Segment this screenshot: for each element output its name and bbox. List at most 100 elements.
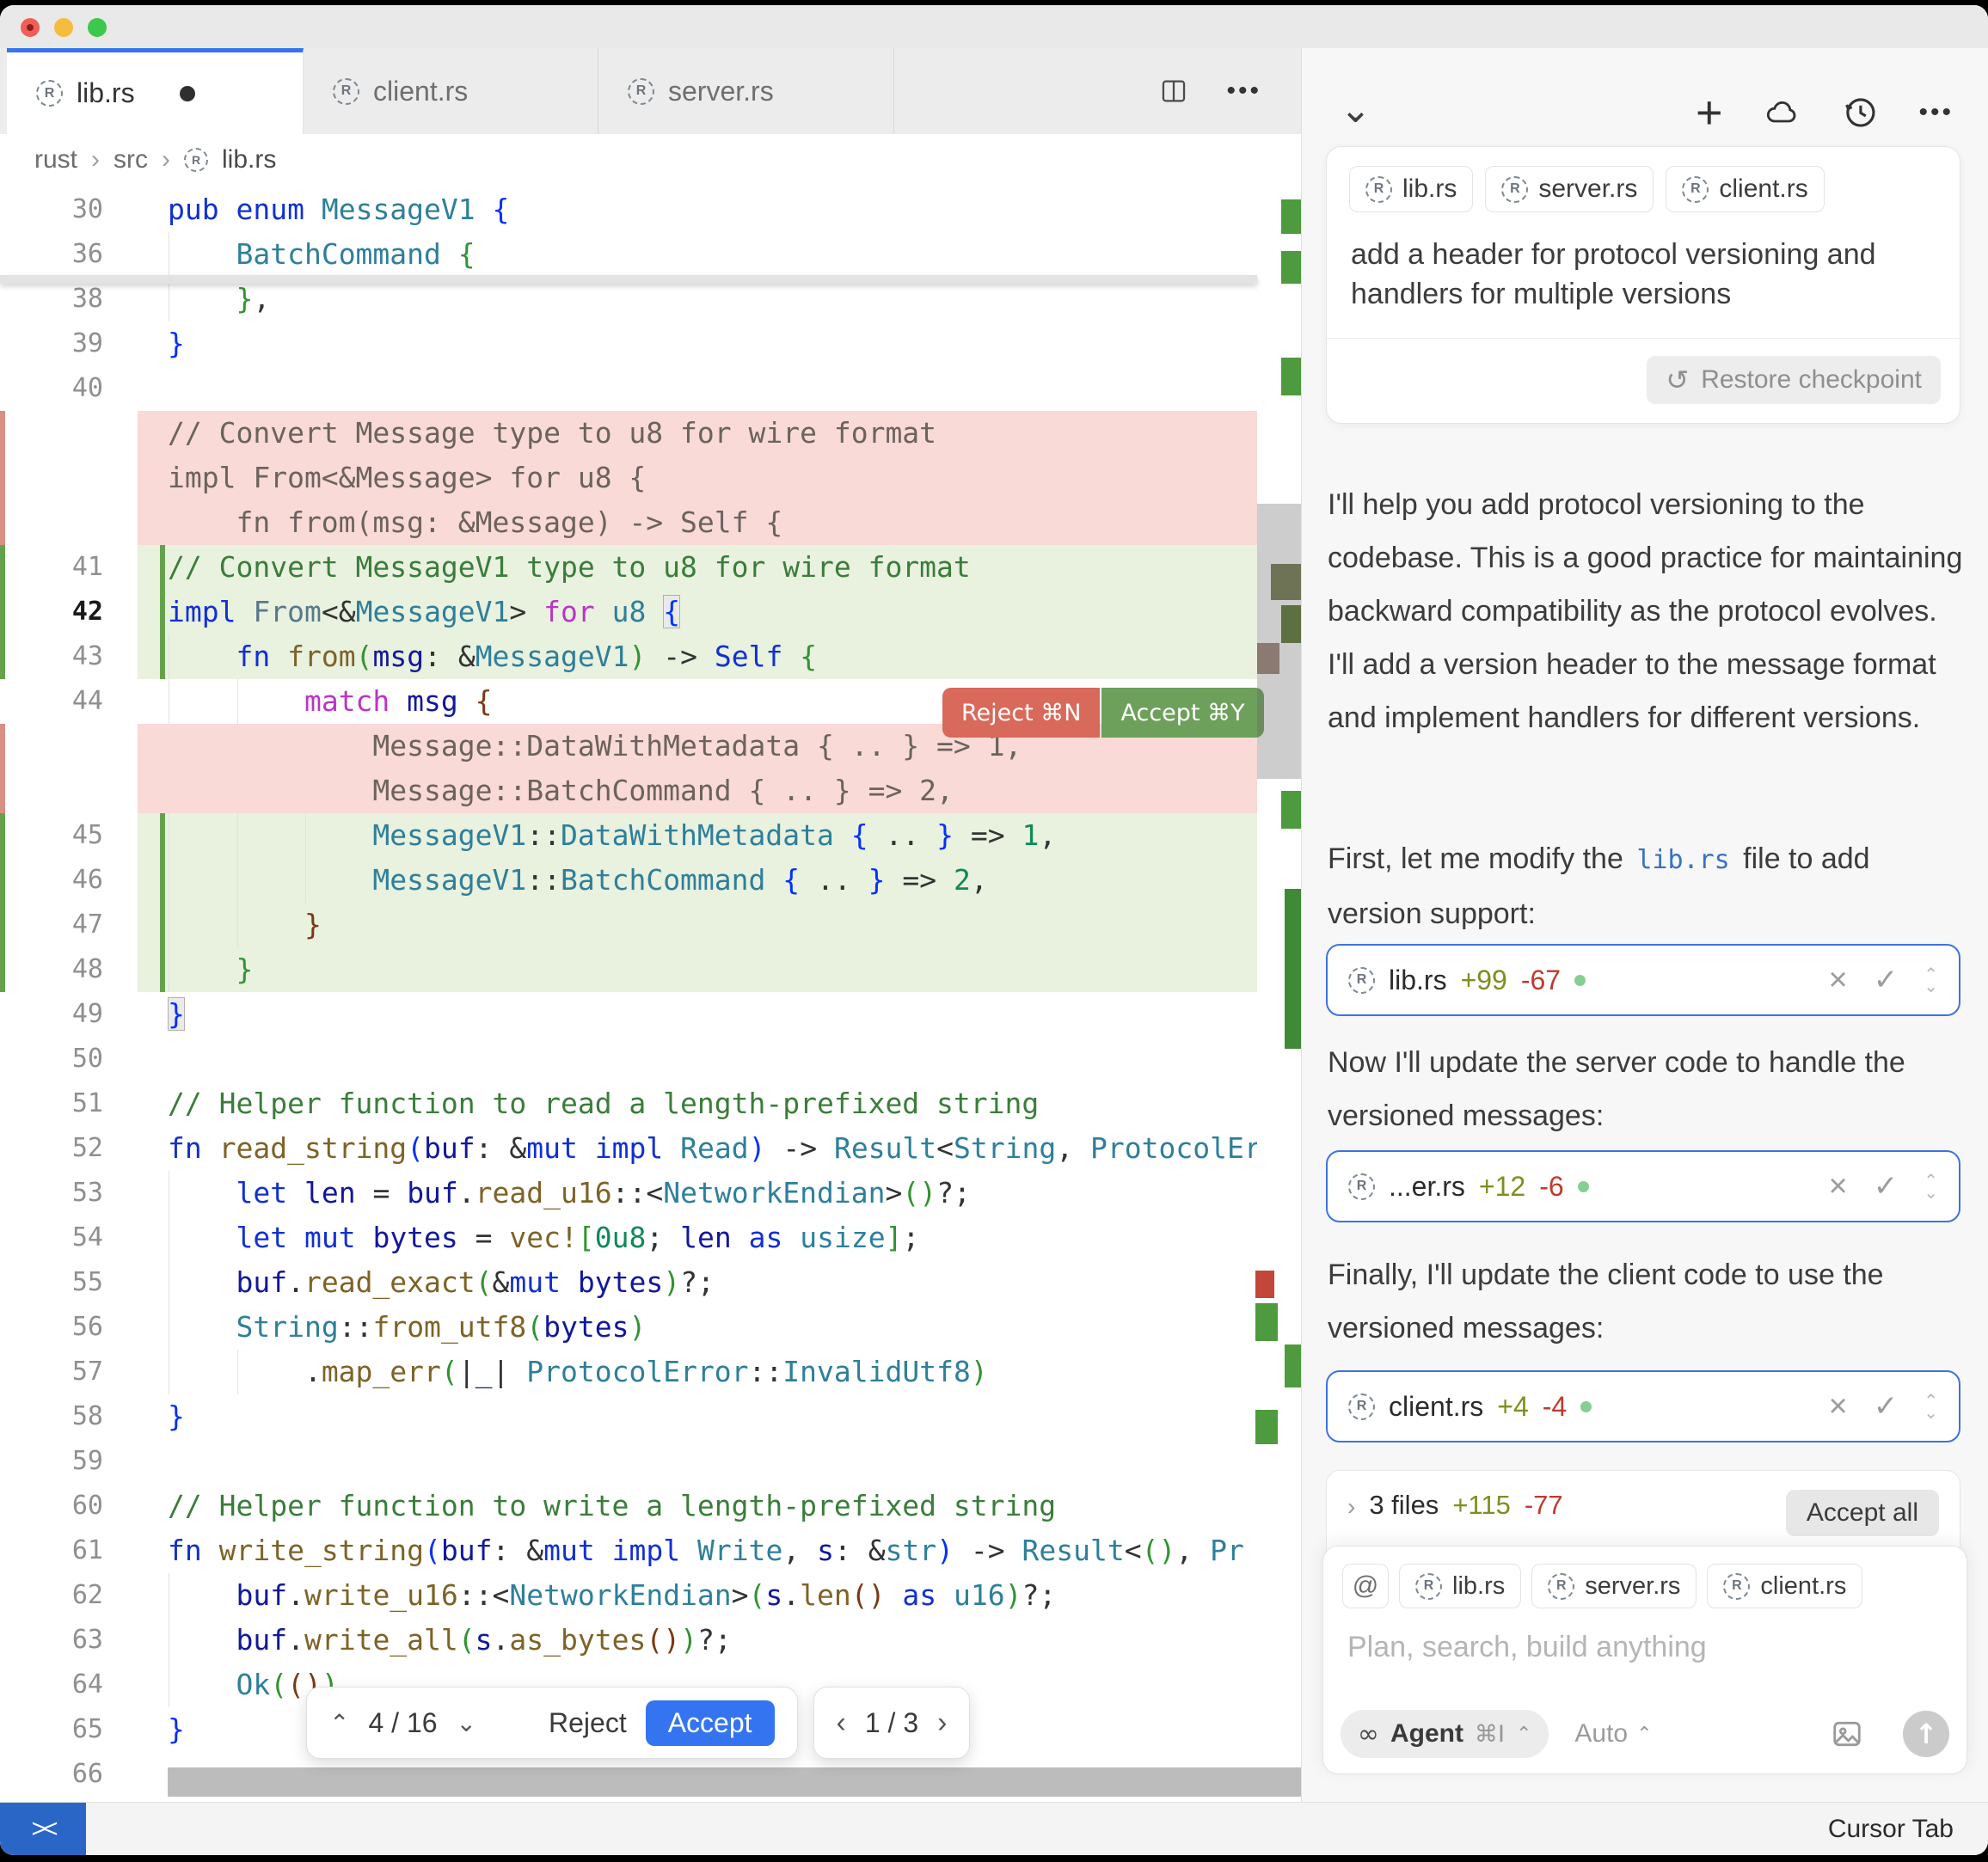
code-line[interactable]: 58} xyxy=(0,1394,1301,1439)
code-line[interactable]: 48 } xyxy=(0,947,1301,992)
code-line[interactable]: 50 xyxy=(0,1037,1301,1081)
cursor-tab-status[interactable]: Cursor Tab xyxy=(1828,1815,1954,1844)
prev-file-icon[interactable]: ‹ xyxy=(837,1706,846,1740)
code-line[interactable]: 40 xyxy=(0,366,1301,411)
tab-client-rs[interactable]: R client.rs xyxy=(304,48,598,134)
reject-file-icon[interactable]: × xyxy=(1829,964,1848,996)
mode-selector[interactable]: ∞ Agent ⌘I ⌃ xyxy=(1341,1710,1549,1758)
breadcrumb-item[interactable]: lib.rs xyxy=(222,145,276,175)
code-line[interactable]: 47 } xyxy=(0,903,1301,947)
line-number: 65 xyxy=(26,1707,103,1752)
maximize-window-button[interactable] xyxy=(88,18,107,37)
prev-diff-icon[interactable]: ⌃ xyxy=(329,1709,349,1737)
code-line[interactable]: 43 fn from(msg: &MessageV1) -> Self { xyxy=(0,634,1301,679)
send-button[interactable]: ↑ xyxy=(1903,1711,1949,1757)
code-line[interactable]: 36 BatchCommand { xyxy=(0,232,1301,277)
code-line[interactable]: 63 buf.write_all(s.as_bytes())?; xyxy=(0,1618,1301,1663)
code-line[interactable]: 61fn write_string(buf: &mut impl Write, … xyxy=(0,1528,1301,1573)
new-chat-icon[interactable]: + xyxy=(1696,89,1723,136)
breadcrumb-item[interactable]: rust xyxy=(34,145,77,175)
code-line[interactable]: 30pub enum MessageV1 { xyxy=(0,187,1301,232)
attach-image-icon[interactable] xyxy=(1829,1718,1865,1750)
hunk-reject-button[interactable]: Reject ⌘N xyxy=(942,688,1100,738)
history-icon[interactable] xyxy=(1841,94,1879,132)
tab-lib-rs[interactable]: R lib.rs xyxy=(7,48,304,134)
accept-file-icon[interactable]: ✓ xyxy=(1874,1389,1899,1424)
accept-file-icon[interactable]: ✓ xyxy=(1874,1169,1899,1204)
folded-lines-separator[interactable] xyxy=(0,275,1257,284)
code-line[interactable]: 41// Convert MessageV1 type to u8 for wi… xyxy=(0,545,1301,590)
reject-file-icon[interactable]: × xyxy=(1829,1390,1848,1423)
file-change-card-server-rs[interactable]: R ...er.rs +12 -6 × ✓ ⌃⌄ xyxy=(1326,1150,1960,1222)
code-editor[interactable]: 30pub enum MessageV1 {36 BatchCommand { 3… xyxy=(0,186,1301,1802)
reject-file-icon[interactable]: × xyxy=(1829,1170,1848,1203)
total-added: +115 xyxy=(1452,1490,1511,1521)
file-change-card-client-rs[interactable]: R client.rs +4 -4 × ✓ ⌃⌄ xyxy=(1326,1370,1960,1442)
files-count: 3 files xyxy=(1369,1490,1439,1521)
chat-composer[interactable]: @ Rlib.rs Rserver.rs Rclient.rs Plan, se… xyxy=(1322,1546,1967,1774)
code-line[interactable]: 52fn read_string(buf: &mut impl Read) ->… xyxy=(0,1126,1301,1171)
collapsed-region-bar[interactable] xyxy=(168,1767,1301,1797)
composer-pill-client-rs[interactable]: Rclient.rs xyxy=(1707,1564,1862,1608)
breadcrumb-separator: › xyxy=(162,145,170,175)
code-line[interactable]: 62 buf.write_u16::<NetworkEndian>(s.len(… xyxy=(0,1573,1301,1618)
code-line[interactable]: Message::BatchCommand { .. } => 2, xyxy=(0,769,1301,813)
context-pill-server-rs[interactable]: Rserver.rs xyxy=(1485,166,1654,212)
code-line[interactable]: 53 let len = buf.read_u16::<NetworkEndia… xyxy=(0,1171,1301,1216)
diff-navigation-bar: ⌃ 4 / 16 ⌄ Reject Accept ‹ 1 / 3 › xyxy=(306,1687,970,1759)
expand-file-icon[interactable]: ⌃⌄ xyxy=(1924,1394,1938,1418)
overview-ruler-mark xyxy=(1281,199,1301,234)
chat-header: ⌄ + ••• xyxy=(1302,83,1988,143)
code-line[interactable]: // Convert Message type to u8 for wire f… xyxy=(0,411,1301,456)
restore-checkpoint-button[interactable]: ↺ Restore checkpoint xyxy=(1647,356,1941,404)
accept-button[interactable]: Accept xyxy=(646,1700,775,1746)
reject-button[interactable]: Reject xyxy=(549,1707,627,1739)
expand-file-icon[interactable]: ⌃⌄ xyxy=(1924,968,1938,992)
code-line[interactable]: 42impl From<&MessageV1> for u8 { xyxy=(0,590,1301,634)
line-number: 63 xyxy=(26,1618,103,1663)
model-selector[interactable]: Auto ⌃ xyxy=(1574,1719,1652,1749)
code-line[interactable]: 57 .map_err(|_| ProtocolError::InvalidUt… xyxy=(0,1350,1301,1394)
accept-file-icon[interactable]: ✓ xyxy=(1874,963,1899,997)
add-context-button[interactable]: @ xyxy=(1342,1564,1389,1608)
modified-dot-icon[interactable] xyxy=(180,86,195,101)
accept-all-button[interactable]: Accept all xyxy=(1786,1490,1939,1536)
code-line[interactable]: 39} xyxy=(0,322,1301,366)
chat-more-icon[interactable]: ••• xyxy=(1918,98,1954,127)
code-line[interactable]: 59 xyxy=(0,1439,1301,1484)
code-line[interactable]: 56 String::from_utf8(bytes) xyxy=(0,1305,1301,1350)
code-line[interactable]: 45 MessageV1::DataWithMetadata { .. } =>… xyxy=(0,813,1301,858)
context-pill-client-rs[interactable]: Rclient.rs xyxy=(1666,166,1824,212)
line-number: 55 xyxy=(26,1260,103,1305)
rust-file-icon: R xyxy=(1501,176,1528,203)
tab-server-rs[interactable]: R server.rs xyxy=(598,48,894,134)
line-number: 47 xyxy=(26,903,103,947)
code-line[interactable]: fn from(msg: &Message) -> Self { xyxy=(0,500,1301,545)
minimize-window-button[interactable] xyxy=(54,18,73,37)
file-change-card-lib-rs[interactable]: R lib.rs +99 -67 × ✓ ⌃⌄ xyxy=(1326,944,1960,1016)
code-line[interactable]: 51// Helper function to read a length-pr… xyxy=(0,1081,1301,1126)
next-diff-icon[interactable]: ⌄ xyxy=(457,1709,476,1737)
context-pill-lib-rs[interactable]: Rlib.rs xyxy=(1349,166,1473,212)
close-window-button[interactable] xyxy=(21,18,40,37)
composer-pill-server-rs[interactable]: Rserver.rs xyxy=(1531,1564,1697,1608)
code-line[interactable]: 54 let mut bytes = vec![0u8; len as usiz… xyxy=(0,1216,1301,1260)
composer-pill-lib-rs[interactable]: Rlib.rs xyxy=(1399,1564,1521,1608)
code-line[interactable]: 49} xyxy=(0,992,1301,1037)
cloud-icon[interactable] xyxy=(1762,95,1801,130)
code-line[interactable]: impl From<&Message> for u8 { xyxy=(0,456,1301,500)
line-number: 53 xyxy=(26,1171,103,1216)
breadcrumb-item[interactable]: src xyxy=(114,145,148,175)
hunk-accept-button[interactable]: Accept ⌘Y xyxy=(1101,688,1263,738)
next-file-icon[interactable]: › xyxy=(937,1706,947,1740)
composer-placeholder[interactable]: Plan, search, build anything xyxy=(1347,1631,1707,1664)
editor-more-actions-icon[interactable]: ••• xyxy=(1226,77,1261,106)
remote-indicator[interactable]: >< xyxy=(0,1803,86,1855)
code-line[interactable]: 60// Helper function to write a length-p… xyxy=(0,1484,1301,1528)
code-line[interactable]: 46 MessageV1::BatchCommand { .. } => 2, xyxy=(0,858,1301,903)
expand-file-icon[interactable]: ⌃⌄ xyxy=(1924,1174,1938,1198)
code-line[interactable]: 55 buf.read_exact(&mut bytes)?; xyxy=(0,1260,1301,1305)
split-editor-icon[interactable] xyxy=(1159,77,1188,106)
expand-summary-icon[interactable]: › xyxy=(1347,1493,1355,1521)
chevron-down-icon[interactable]: ⌄ xyxy=(1340,88,1371,132)
